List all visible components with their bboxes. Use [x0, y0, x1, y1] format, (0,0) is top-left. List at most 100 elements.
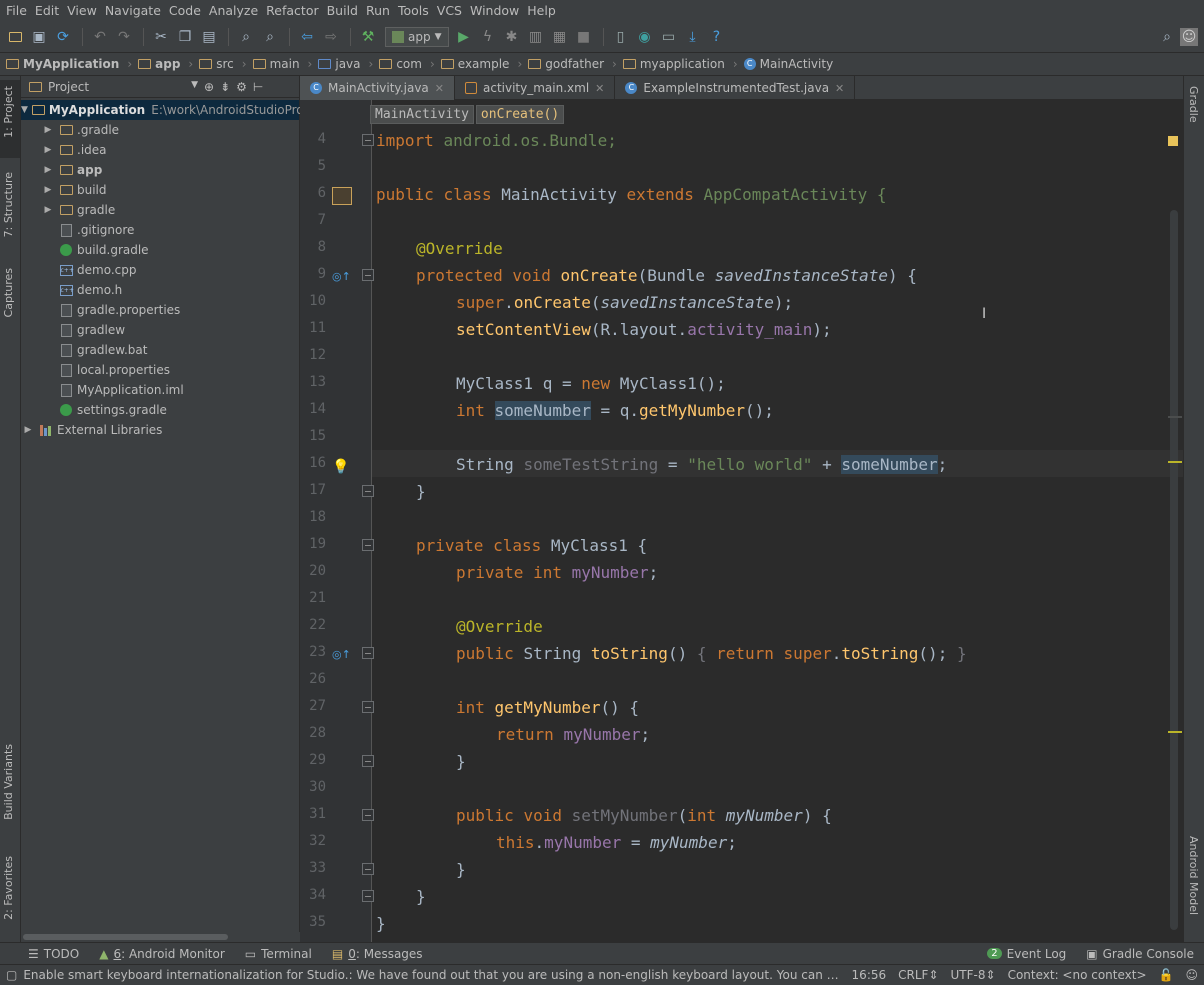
context-indicator[interactable]: Context: <no context>	[1002, 968, 1153, 982]
close-icon[interactable]: ✕	[595, 82, 604, 95]
tool-tab-favorites[interactable]: 2: Favorites	[2, 856, 15, 920]
tree-item[interactable]: local.properties	[21, 360, 299, 380]
editor-breadcrumb-method[interactable]: onCreate()	[475, 105, 565, 124]
tool-tab-messages[interactable]: ▤ 0: Messages	[322, 947, 433, 961]
tab-example-instrumented-test[interactable]: C ExampleInstrumentedTest.java ✕	[615, 76, 856, 100]
code-line[interactable]: }	[376, 883, 426, 910]
collapsed-arrow-icon[interactable]: ▶	[41, 165, 55, 175]
menu-window[interactable]: Window	[466, 0, 523, 22]
code-line[interactable]: @Override	[376, 613, 543, 640]
menu-code[interactable]: Code	[165, 0, 205, 22]
tab-mainactivity[interactable]: C MainActivity.java ✕	[300, 76, 455, 100]
project-view-select[interactable]: Project ▼	[48, 80, 198, 94]
tool-tab-terminal[interactable]: ▭ Terminal	[235, 947, 322, 961]
open-folder-icon[interactable]	[4, 26, 26, 48]
menu-edit[interactable]: Edit	[31, 0, 63, 22]
breadcrumb-java[interactable]: java ›	[318, 57, 379, 71]
tool-tab-event-log[interactable]: 2 Event Log	[977, 947, 1076, 961]
warning-marker[interactable]	[1168, 461, 1182, 463]
stop-icon[interactable]: ■	[573, 26, 595, 48]
code-editor[interactable]: ◎↑ 💡 ◎↑ 4 5 6 7 8 9 10 11 12 13 14 15 16 17 18 19 20 21 22…	[300, 100, 1183, 942]
collapsed-arrow-icon[interactable]: ▶	[21, 425, 35, 435]
override-icon[interactable]: ◎↑	[332, 270, 351, 284]
tree-item[interactable]: c++ demo.cpp	[21, 260, 299, 280]
fold-marker-icon[interactable]	[362, 890, 374, 902]
tree-item[interactable]: settings.gradle	[21, 400, 299, 420]
make-project-icon[interactable]: ⚒	[357, 26, 379, 48]
tree-item[interactable]: c++ demo.h	[21, 280, 299, 300]
code-line[interactable]: private int myNumber;	[376, 559, 658, 586]
tree-item[interactable]: MyApplication.iml	[21, 380, 299, 400]
code-line[interactable]: }	[376, 478, 426, 505]
gear-icon[interactable]: ⚙	[236, 80, 247, 94]
menu-analyze[interactable]: Analyze	[205, 0, 262, 22]
tree-item[interactable]: ▶ app	[21, 160, 299, 180]
replace-icon[interactable]: ⌕	[259, 26, 281, 48]
menu-vcs[interactable]: VCS	[433, 0, 466, 22]
debug-icon[interactable]: ✱	[501, 26, 523, 48]
code-line[interactable]: public String toString() { return super.…	[376, 640, 967, 667]
usage-marker[interactable]	[1168, 416, 1182, 418]
menu-help[interactable]: Help	[523, 0, 560, 22]
breadcrumb-godfather[interactable]: godfather ›	[528, 57, 623, 71]
toggle-tool-windows-icon[interactable]: ▢	[0, 968, 23, 982]
warning-marker[interactable]	[1168, 136, 1178, 146]
fold-marker-icon[interactable]	[362, 269, 374, 281]
apply-changes-icon[interactable]: ϟ	[477, 26, 499, 48]
code-line[interactable]: setContentView(R.layout.activity_main);	[376, 316, 832, 343]
code-line[interactable]: return myNumber;	[376, 721, 650, 748]
override-icon[interactable]: ◎↑	[332, 648, 351, 662]
undo-icon[interactable]: ↶	[89, 26, 111, 48]
code-line[interactable]: super.onCreate(savedInstanceState);	[376, 289, 793, 316]
sync-icon[interactable]: ⟳	[52, 26, 74, 48]
fold-marker-icon[interactable]	[362, 809, 374, 821]
code-line[interactable]: import android.os.Bundle;	[376, 127, 617, 154]
tool-tab-gradle-console[interactable]: ▣ Gradle Console	[1076, 947, 1204, 961]
code-line[interactable]: @Override	[376, 235, 503, 262]
back-icon[interactable]: ⇦	[296, 26, 318, 48]
implements-icon[interactable]	[332, 187, 352, 205]
paste-icon[interactable]: ▤	[198, 26, 220, 48]
cut-icon[interactable]: ✂	[150, 26, 172, 48]
vertical-scrollbar[interactable]	[1170, 210, 1178, 930]
find-icon[interactable]: ⌕	[235, 26, 257, 48]
fold-marker-icon[interactable]	[362, 755, 374, 767]
forward-icon[interactable]: ⇨	[320, 26, 342, 48]
scroll-thumb[interactable]	[23, 934, 228, 940]
copy-icon[interactable]: ❐	[174, 26, 196, 48]
tree-item[interactable]: .gitignore	[21, 220, 299, 240]
breadcrumb-mainactivity[interactable]: C MainActivity	[743, 57, 840, 71]
caret-position[interactable]: 16:56	[846, 968, 893, 982]
fold-marker-icon[interactable]	[362, 647, 374, 659]
horizontal-scrollbar[interactable]	[21, 932, 300, 942]
tool-tab-build-variants[interactable]: Build Variants	[2, 744, 15, 820]
code-line[interactable]: }	[376, 910, 386, 937]
menu-tools[interactable]: Tools	[394, 0, 433, 22]
breadcrumb-src[interactable]: src ›	[199, 57, 252, 71]
code-line[interactable]: }	[376, 748, 466, 775]
collapsed-arrow-icon[interactable]: ▶	[41, 125, 55, 135]
menu-run[interactable]: Run	[362, 0, 394, 22]
menu-file[interactable]: File	[2, 0, 31, 22]
scroll-from-source-icon[interactable]: ⊕	[204, 80, 214, 94]
lock-icon[interactable]: 🔓	[1153, 968, 1180, 982]
tree-root[interactable]: ▼ MyApplication E:\work\AndroidStudioPro…	[21, 100, 321, 120]
run-icon[interactable]: ▶	[453, 26, 475, 48]
search-everywhere-icon[interactable]: ⌕	[1156, 26, 1178, 48]
tree-item[interactable]: gradlew	[21, 320, 299, 340]
sync-gradle-icon[interactable]: ◉	[634, 26, 656, 48]
tree-item[interactable]: gradlew.bat	[21, 340, 299, 360]
tool-tab-android-monitor[interactable]: ▲ 6: Android Monitor	[89, 947, 235, 961]
help-icon[interactable]: ?	[706, 26, 728, 48]
encoding-select[interactable]: UTF-8⇕	[945, 968, 1002, 982]
tool-tab-project[interactable]: 1: Project	[2, 86, 15, 138]
tool-tab-todo[interactable]: ☰ TODO	[0, 947, 89, 961]
code-line[interactable]: public class MainActivity extends AppCom…	[376, 181, 887, 208]
code-line[interactable]: String someTestString = "hello world" + …	[376, 451, 947, 478]
coverage-icon[interactable]: ▥	[525, 26, 547, 48]
tool-tab-android-model[interactable]: Android Model	[1187, 836, 1200, 915]
tree-item[interactable]: gradle.properties	[21, 300, 299, 320]
sdk-manager-icon[interactable]: ⤓	[682, 26, 704, 48]
status-message[interactable]: Enable smart keyboard internationalizati…	[23, 968, 845, 982]
fold-marker-icon[interactable]	[362, 863, 374, 875]
